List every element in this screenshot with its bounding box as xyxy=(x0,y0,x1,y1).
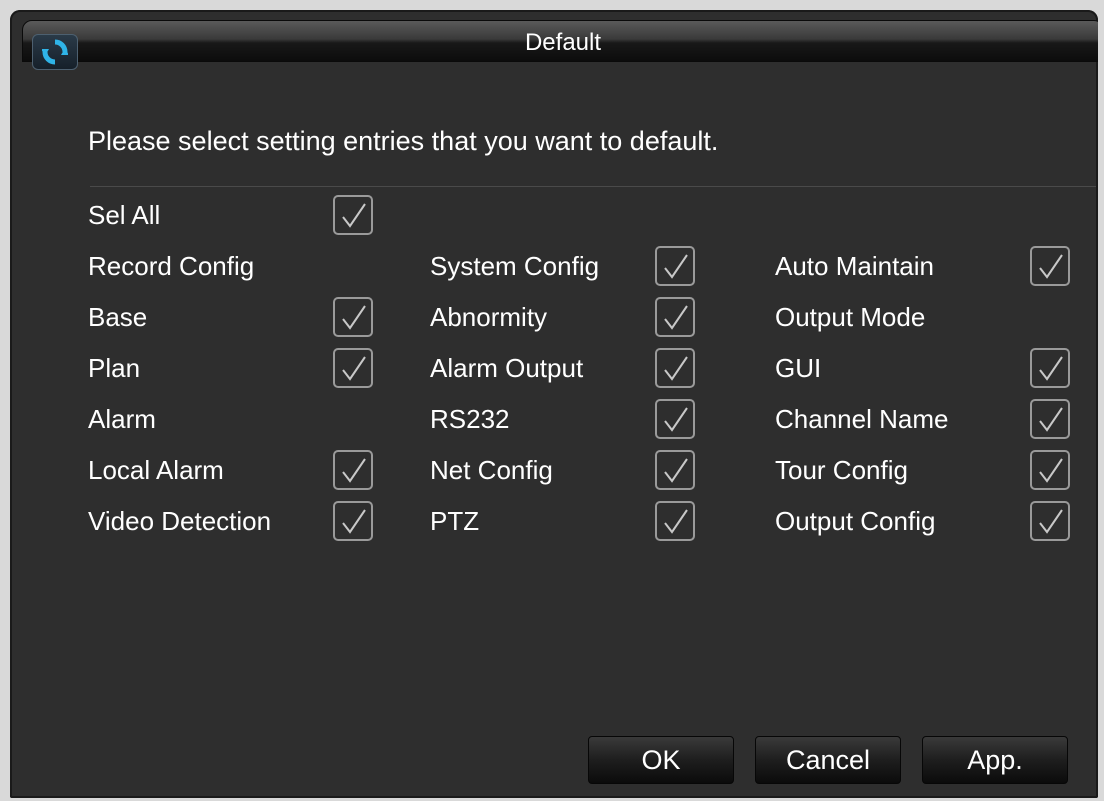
default-dialog: Default Please select setting entries th… xyxy=(10,10,1098,798)
apply-button[interactable]: App. xyxy=(922,736,1068,784)
option-label: Video Detection xyxy=(88,506,272,536)
option-label: Output Mode xyxy=(775,302,926,332)
option-checkbox[interactable] xyxy=(655,399,695,439)
select-all-checkbox[interactable] xyxy=(333,195,373,235)
check-icon xyxy=(664,458,688,483)
option-checkbox[interactable] xyxy=(1030,246,1070,286)
option-label: Plan xyxy=(88,353,141,383)
option-checkbox[interactable] xyxy=(333,501,373,541)
option-label: System Config xyxy=(430,251,600,281)
option-label: Auto Maintain xyxy=(775,251,934,281)
refresh-icon xyxy=(32,34,78,70)
select-all-label: Sel All xyxy=(88,200,161,230)
option-checkbox[interactable] xyxy=(1030,501,1070,541)
option-checkbox[interactable] xyxy=(655,348,695,388)
option-label: Local Alarm xyxy=(88,455,224,485)
option-label: PTZ xyxy=(430,506,480,536)
title-bar[interactable]: Default xyxy=(22,20,1098,62)
option-label: Record Config xyxy=(88,251,255,281)
option-checkbox[interactable] xyxy=(655,297,695,337)
option-checkbox[interactable] xyxy=(333,297,373,337)
option-checkbox[interactable] xyxy=(655,501,695,541)
check-icon xyxy=(342,203,366,228)
option-checkbox[interactable] xyxy=(1030,399,1070,439)
instruction-text: Please select setting entries that you w… xyxy=(88,126,719,156)
check-icon xyxy=(664,254,688,279)
check-icon xyxy=(1039,356,1063,381)
check-icon xyxy=(342,356,366,381)
option-checkbox[interactable] xyxy=(1030,450,1070,490)
check-icon xyxy=(342,305,366,330)
ok-button[interactable]: OK xyxy=(588,736,734,784)
check-icon xyxy=(342,458,366,483)
option-label: RS232 xyxy=(430,404,510,434)
option-label: Alarm Output xyxy=(430,353,584,383)
window-title: Default xyxy=(524,29,602,56)
check-icon xyxy=(664,509,688,534)
check-icon xyxy=(664,356,688,381)
check-icon xyxy=(1039,509,1063,534)
option-label: Channel Name xyxy=(775,404,949,434)
check-icon xyxy=(664,407,688,432)
cancel-button[interactable]: Cancel xyxy=(755,736,901,784)
check-icon xyxy=(1039,458,1063,483)
option-label: Tour Config xyxy=(775,455,908,485)
option-label: Alarm xyxy=(88,404,156,434)
option-checkbox[interactable] xyxy=(333,348,373,388)
option-label: Base xyxy=(88,302,148,332)
check-icon xyxy=(1039,407,1063,432)
option-checkbox[interactable] xyxy=(655,246,695,286)
option-checkbox[interactable] xyxy=(1030,348,1070,388)
option-label: Output Config xyxy=(775,506,936,536)
check-icon xyxy=(342,509,366,534)
option-label: Abnormity xyxy=(430,302,548,332)
check-icon xyxy=(1039,254,1063,279)
option-checkbox[interactable] xyxy=(655,450,695,490)
option-label: Net Config xyxy=(430,455,553,485)
option-label: GUI xyxy=(775,353,822,383)
check-icon xyxy=(664,305,688,330)
divider xyxy=(90,186,1096,187)
option-checkbox[interactable] xyxy=(333,450,373,490)
